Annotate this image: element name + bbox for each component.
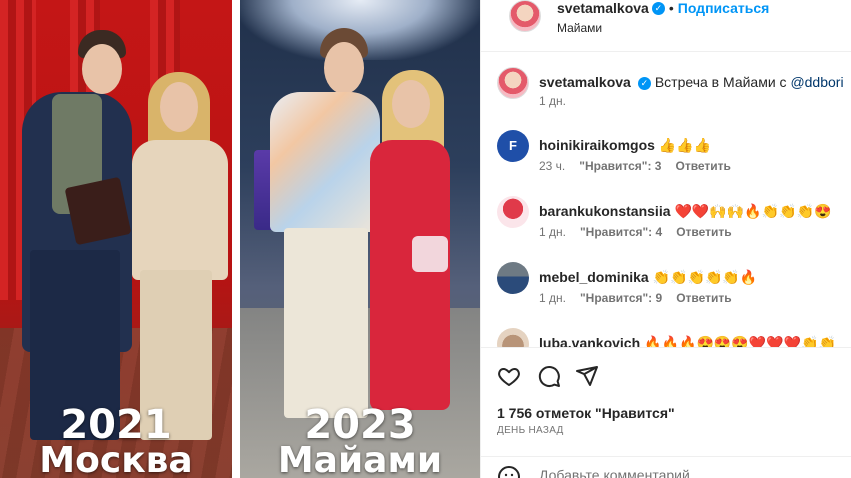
caption-meta: 1 дн.: [539, 94, 580, 108]
comments-list[interactable]: svetamalkova ✓ Встреча в Майами с @ddbori …: [481, 53, 851, 347]
instagram-post: 2021 Москва 2023 Майами svetamalkova ✓ •…: [0, 0, 851, 478]
caption-mention[interactable]: @ddbori: [790, 74, 843, 90]
post-image[interactable]: 2021 Москва 2023 Майами: [0, 0, 480, 478]
comment-body: mebel_dominika 👏👏👏👏👏🔥: [539, 269, 851, 286]
caption-time: 1 дн.: [539, 94, 566, 108]
comment-body: barankukonstansiia ❤️❤️🙌🙌🔥👏👏👏😍: [539, 203, 851, 220]
comment-likes[interactable]: "Нравится": 4: [580, 225, 662, 239]
separator-dot: •: [668, 0, 674, 16]
post-header: svetamalkova ✓ • Подписаться Майами: [481, 0, 851, 52]
add-comment-input[interactable]: [539, 467, 819, 478]
photo-panel-2021: 2021 Москва: [0, 0, 232, 478]
comment-meta: 1 дн. "Нравится": 9 Ответить: [539, 291, 746, 305]
add-comment-bar: [481, 456, 851, 478]
commenter-avatar[interactable]: [497, 328, 529, 347]
author-username[interactable]: svetamalkova: [557, 0, 649, 16]
comment-text: 🔥🔥🔥😍😍😍❤️❤️❤️👏👏: [644, 335, 836, 347]
face: [392, 80, 430, 128]
person-man-trousers: [284, 228, 368, 418]
header-line: svetamalkova ✓ • Подписаться: [557, 0, 769, 18]
verified-badge-icon: ✓: [651, 2, 665, 16]
comment-username[interactable]: luba.vankovich: [539, 335, 640, 347]
comment-time: 1 дн.: [539, 225, 566, 239]
reply-button[interactable]: Ответить: [676, 291, 731, 305]
comment-time: 23 ч.: [539, 159, 566, 173]
face: [82, 44, 122, 94]
comment-meta: 23 ч. "Нравится": 3 Ответить: [539, 159, 745, 173]
commenter-avatar[interactable]: [497, 196, 529, 228]
comment-text: 👏👏👏👏👏🔥: [652, 269, 758, 285]
post-actions: 1 756 отметок "Нравится" ДЕНЬ НАЗАД: [481, 347, 851, 478]
comment-time: 1 дн.: [539, 291, 566, 305]
folder-prop: [64, 176, 132, 246]
comment-likes[interactable]: "Нравится": 3: [579, 159, 661, 173]
verified-badge-icon: ✓: [637, 76, 651, 90]
share-send-icon[interactable]: [575, 364, 601, 390]
post-caption: svetamalkova ✓ Встреча в Майами с @ddbori …: [497, 67, 851, 123]
person-woman-jacket: [132, 140, 228, 280]
photo-city-right: Майами: [277, 440, 443, 478]
reply-button[interactable]: Ответить: [676, 225, 731, 239]
emoji-smiley-icon[interactable]: [497, 465, 523, 478]
reply-button[interactable]: Ответить: [675, 159, 730, 173]
post-date[interactable]: ДЕНЬ НАЗАД: [497, 425, 564, 436]
photo-divider: [232, 0, 240, 478]
comment-body: luba.vankovich 🔥🔥🔥😍😍😍❤️❤️❤️👏👏: [539, 335, 851, 347]
comment-username[interactable]: barankukonstansiia: [539, 203, 671, 219]
like-heart-icon[interactable]: [497, 364, 523, 390]
follow-button[interactable]: Подписаться: [678, 0, 770, 16]
comment-text: ❤️❤️🙌🙌🔥👏👏👏😍: [674, 203, 832, 219]
photo-city-left: Москва: [39, 440, 193, 478]
comment-item: luba.vankovich 🔥🔥🔥😍😍😍❤️❤️❤️👏👏: [497, 328, 851, 347]
commenter-avatar[interactable]: [497, 262, 529, 294]
author-avatar[interactable]: [509, 0, 541, 32]
photo-panel-2023: 2023 Майами: [240, 0, 480, 478]
handbag: [412, 236, 448, 272]
caption-body: svetamalkova ✓ Встреча в Майами с @ddbori: [539, 74, 851, 90]
comment-body: hoinikiraikomgos 👍👍👍: [539, 137, 851, 154]
comment-meta: 1 дн. "Нравится": 4 Ответить: [539, 225, 746, 239]
comment-item: F hoinikiraikomgos 👍👍👍 23 ч. "Нравится": 3…: [497, 130, 851, 186]
person-woman-jumpsuit: [370, 140, 450, 410]
post-location[interactable]: Майами: [557, 21, 602, 35]
comment-likes[interactable]: "Нравится": 9: [580, 291, 662, 305]
comment-item: barankukonstansiia ❤️❤️🙌🙌🔥👏👏👏😍 1 дн. "Нрав…: [497, 196, 851, 252]
author-avatar[interactable]: [497, 67, 529, 99]
caption-username[interactable]: svetamalkova: [539, 74, 631, 90]
comment-text: 👍👍👍: [658, 137, 712, 153]
face: [324, 42, 364, 94]
comment-bubble-icon[interactable]: [537, 364, 563, 390]
comment-username[interactable]: mebel_dominika: [539, 269, 649, 285]
likes-count[interactable]: 1 756 отметок "Нравится": [497, 405, 675, 421]
caption-text: Встреча в Майами с: [654, 74, 791, 90]
face: [160, 82, 198, 132]
commenter-avatar[interactable]: F: [497, 130, 529, 162]
person-man-shirt: [270, 92, 380, 232]
comment-item: mebel_dominika 👏👏👏👏👏🔥 1 дн. "Нравится": 9 О…: [497, 262, 851, 318]
comment-username[interactable]: hoinikiraikomgos: [539, 137, 655, 153]
post-side-panel: svetamalkova ✓ • Подписаться Майами svetama…: [480, 0, 851, 478]
